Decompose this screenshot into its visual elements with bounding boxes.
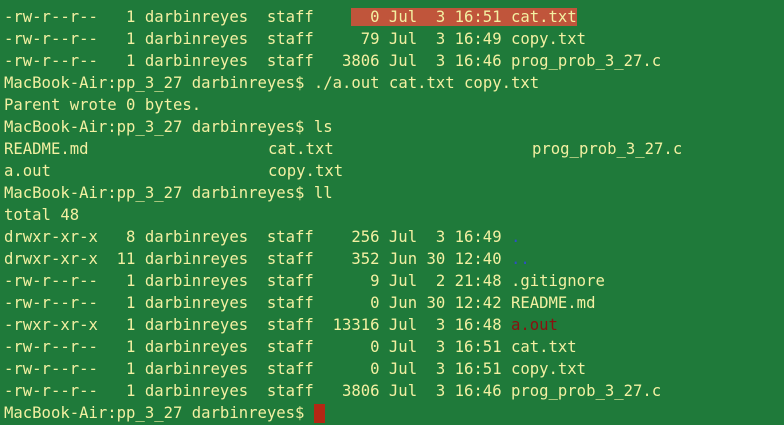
- listing-attributes: -rw-r--r-- 1 darbinreyes staff 0 Jul 3 1…: [4, 360, 511, 378]
- ls-entry: README.md: [4, 140, 89, 158]
- file-name: copy.txt: [510, 360, 587, 378]
- ls-entry: prog_prob_3_27.c: [532, 140, 683, 158]
- ls-row: a.out copy.txt: [4, 160, 784, 182]
- terminal-window[interactable]: -rw-r--r-- 1 darbinreyes staff 0 Jul 3 1…: [0, 0, 784, 425]
- prompt: MacBook-Air:pp_3_27 darbinreyes$: [4, 184, 305, 202]
- file-name: .gitignore: [510, 272, 605, 290]
- listing-row: -rw-r--r-- 1 darbinreyes staff 0 Jul 3 1…: [4, 358, 784, 380]
- ls-row: README.md cat.txt prog_prob_3_27.c: [4, 138, 784, 160]
- listing-attributes: -rw-r--r-- 1 darbinreyes staff 9 Jul 2 2…: [4, 272, 511, 290]
- text-cursor: [313, 404, 325, 423]
- file-name: a.out: [510, 316, 558, 334]
- listing-attributes: -rw-r--r-- 1 darbinreyes staff: [4, 8, 352, 26]
- listing-row: drwxr-xr-x 8 darbinreyes staff 256 Jul 3…: [4, 226, 784, 248]
- listing-attributes: -rwxr-xr-x 1 darbinreyes staff 13316 Jul…: [4, 316, 511, 334]
- listing-attributes: -rw-r--r-- 1 darbinreyes staff 0 Jun 30 …: [4, 294, 511, 312]
- file-name: cat.txt: [510, 8, 577, 26]
- listing-attributes: -rw-r--r-- 1 darbinreyes staff 3806 Jul …: [4, 382, 511, 400]
- command: ls: [313, 118, 333, 136]
- listing-row: -rw-r--r-- 1 darbinreyes staff 79 Jul 3 …: [4, 28, 784, 50]
- file-name: ..: [510, 250, 530, 268]
- prompt-line: MacBook-Air:pp_3_27 darbinreyes$ ll: [4, 182, 784, 204]
- ls-entry: copy.txt: [268, 162, 344, 180]
- listing-row: -rw-r--r-- 1 darbinreyes staff 3806 Jul …: [4, 380, 784, 402]
- listing-attributes: -rw-r--r-- 1 darbinreyes staff 0 Jul 3 1…: [4, 338, 511, 356]
- command: ./a.out cat.txt copy.txt: [313, 74, 540, 92]
- listing-row: -rw-r--r-- 1 darbinreyes staff 0 Jul 3 1…: [4, 336, 784, 358]
- ls-entry: cat.txt: [268, 140, 334, 158]
- prompt-line-active[interactable]: MacBook-Air:pp_3_27 darbinreyes$: [4, 402, 784, 424]
- file-name: cat.txt: [510, 338, 577, 356]
- prompt-line: MacBook-Air:pp_3_27 darbinreyes$ ./a.out…: [4, 72, 784, 94]
- prompt: MacBook-Air:pp_3_27 darbinreyes$: [4, 74, 305, 92]
- top-listing: -rw-r--r-- 1 darbinreyes staff 0 Jul 3 1…: [4, 6, 784, 72]
- output-line: Parent wrote 0 bytes.: [4, 96, 202, 114]
- listing-row: drwxr-xr-x 11 darbinreyes staff 352 Jun …: [4, 248, 784, 270]
- file-name: prog_prob_3_27.c: [510, 382, 662, 400]
- total-line: total 48: [4, 206, 80, 224]
- file-name: prog_prob_3_27.c: [510, 52, 662, 70]
- prompt-line: MacBook-Air:pp_3_27 darbinreyes$ ls: [4, 116, 784, 138]
- file-name: copy.txt: [510, 30, 587, 48]
- file-name: README.md: [510, 294, 596, 312]
- prompt: MacBook-Air:pp_3_27 darbinreyes$: [4, 404, 305, 422]
- listing-row: -rw-r--r-- 1 darbinreyes staff 9 Jul 2 2…: [4, 270, 784, 292]
- selection-highlight: 0 Jul 3 16:51 cat.txt: [351, 8, 577, 26]
- listing-attributes: drwxr-xr-x 8 darbinreyes staff 256 Jul 3…: [4, 228, 511, 246]
- listing-row: -rw-r--r-- 1 darbinreyes staff 0 Jun 30 …: [4, 292, 784, 314]
- listing-attributes: -rw-r--r-- 1 darbinreyes staff 3806 Jul …: [4, 52, 511, 70]
- listing-row: -rwxr-xr-x 1 darbinreyes staff 13316 Jul…: [4, 314, 784, 336]
- listing-row: -rw-r--r-- 1 darbinreyes staff 0 Jul 3 1…: [4, 6, 784, 28]
- listing-attributes: -rw-r--r-- 1 darbinreyes staff 79 Jul 3 …: [4, 30, 511, 48]
- file-name: .: [510, 228, 521, 246]
- ls-entry: a.out: [4, 162, 51, 180]
- listing-row: -rw-r--r-- 1 darbinreyes staff 3806 Jul …: [4, 50, 784, 72]
- ll-listing: drwxr-xr-x 8 darbinreyes staff 256 Jul 3…: [4, 226, 784, 402]
- listing-attributes: drwxr-xr-x 11 darbinreyes staff 352 Jun …: [4, 250, 511, 268]
- prompt: MacBook-Air:pp_3_27 darbinreyes$: [4, 118, 305, 136]
- command: ll: [313, 184, 333, 202]
